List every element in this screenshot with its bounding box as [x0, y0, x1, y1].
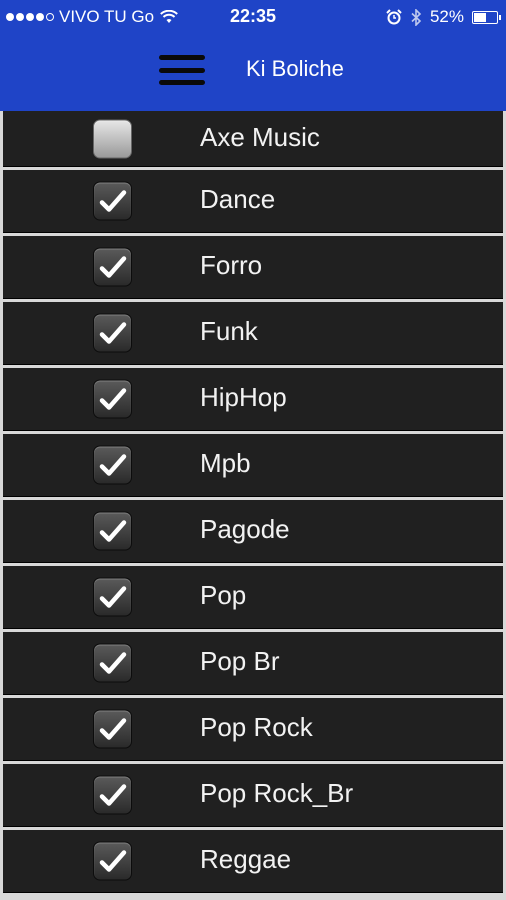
- genre-row[interactable]: Dance: [3, 170, 503, 233]
- app-title: Ki Boliche: [246, 56, 344, 81]
- genre-label: Mpb: [200, 447, 251, 478]
- genre-row[interactable]: Axe Music: [3, 111, 503, 167]
- checkmark-icon: [99, 717, 126, 740]
- battery-level: [474, 12, 487, 22]
- menu-line: [159, 55, 205, 60]
- genre-row[interactable]: Funk: [3, 302, 503, 365]
- genre-checkbox[interactable]: [93, 247, 132, 287]
- genre-checkbox[interactable]: [93, 445, 132, 485]
- genre-row[interactable]: Pop Br: [3, 632, 503, 695]
- checkmark-icon: [99, 651, 126, 674]
- genre-checkbox[interactable]: [93, 643, 132, 683]
- genre-label: Dance: [200, 183, 276, 214]
- checkmark-icon: [99, 453, 126, 476]
- battery-icon: [472, 10, 501, 24]
- genre-checkbox[interactable]: [93, 379, 132, 419]
- genre-checkbox[interactable]: [93, 577, 132, 617]
- menu-line: [159, 67, 205, 73]
- hamburger-menu-icon[interactable]: [158, 50, 206, 90]
- checkmark-icon: [99, 519, 126, 542]
- genre-row[interactable]: Forro: [3, 236, 503, 299]
- genre-row[interactable]: Pop: [3, 566, 503, 629]
- status-right: 52%: [386, 7, 501, 27]
- genre-checkbox[interactable]: [93, 841, 132, 881]
- genre-checkbox[interactable]: [93, 181, 132, 221]
- genre-checkbox[interactable]: [93, 511, 132, 551]
- checkmark-icon: [99, 387, 126, 410]
- checkmark-icon: [99, 849, 126, 872]
- checkmark-icon: [99, 585, 126, 608]
- alarm-icon: [386, 9, 402, 25]
- battery-percent: 52%: [429, 7, 464, 26]
- status-bar: VIVO TU Go 22:35 52%: [0, 0, 506, 34]
- genre-checkbox[interactable]: [93, 709, 132, 749]
- genre-label: Pop: [200, 579, 247, 610]
- genre-checkbox[interactable]: [93, 313, 132, 353]
- genre-label: Funk: [200, 315, 258, 346]
- genre-row[interactable]: Pop Rock: [3, 698, 503, 761]
- checkmark-icon: [99, 189, 126, 212]
- genre-label: Pop Rock: [200, 711, 313, 742]
- menu-line: [159, 80, 205, 85]
- checkmark-icon: [99, 255, 126, 278]
- bluetooth-icon: [411, 8, 422, 26]
- genre-row[interactable]: Pop Rock_Br: [3, 764, 503, 827]
- checkmark-icon: [99, 321, 126, 344]
- genre-row[interactable]: HipHop: [3, 368, 503, 431]
- genre-row[interactable]: Mpb: [3, 434, 503, 497]
- checkmark-icon: [99, 783, 126, 806]
- genre-checkbox[interactable]: [93, 775, 132, 815]
- app-header: Ki Boliche: [0, 34, 506, 111]
- genre-label: HipHop: [200, 381, 287, 412]
- genre-label: Axe Music: [200, 121, 320, 152]
- genre-label: Reggae: [200, 843, 292, 874]
- genre-label: Pop Rock_Br: [200, 777, 354, 808]
- genre-label: Pagode: [200, 513, 290, 544]
- genre-label: Forro: [200, 249, 263, 280]
- genre-list: Axe Music Dance Forro Funk HipHop Mpb Pagode Po…: [0, 111, 506, 896]
- genre-label: Pop Br: [200, 645, 280, 676]
- genre-row[interactable]: Reggae: [3, 830, 503, 893]
- genre-checkbox[interactable]: [93, 119, 132, 158]
- genre-row[interactable]: Pagode: [3, 500, 503, 563]
